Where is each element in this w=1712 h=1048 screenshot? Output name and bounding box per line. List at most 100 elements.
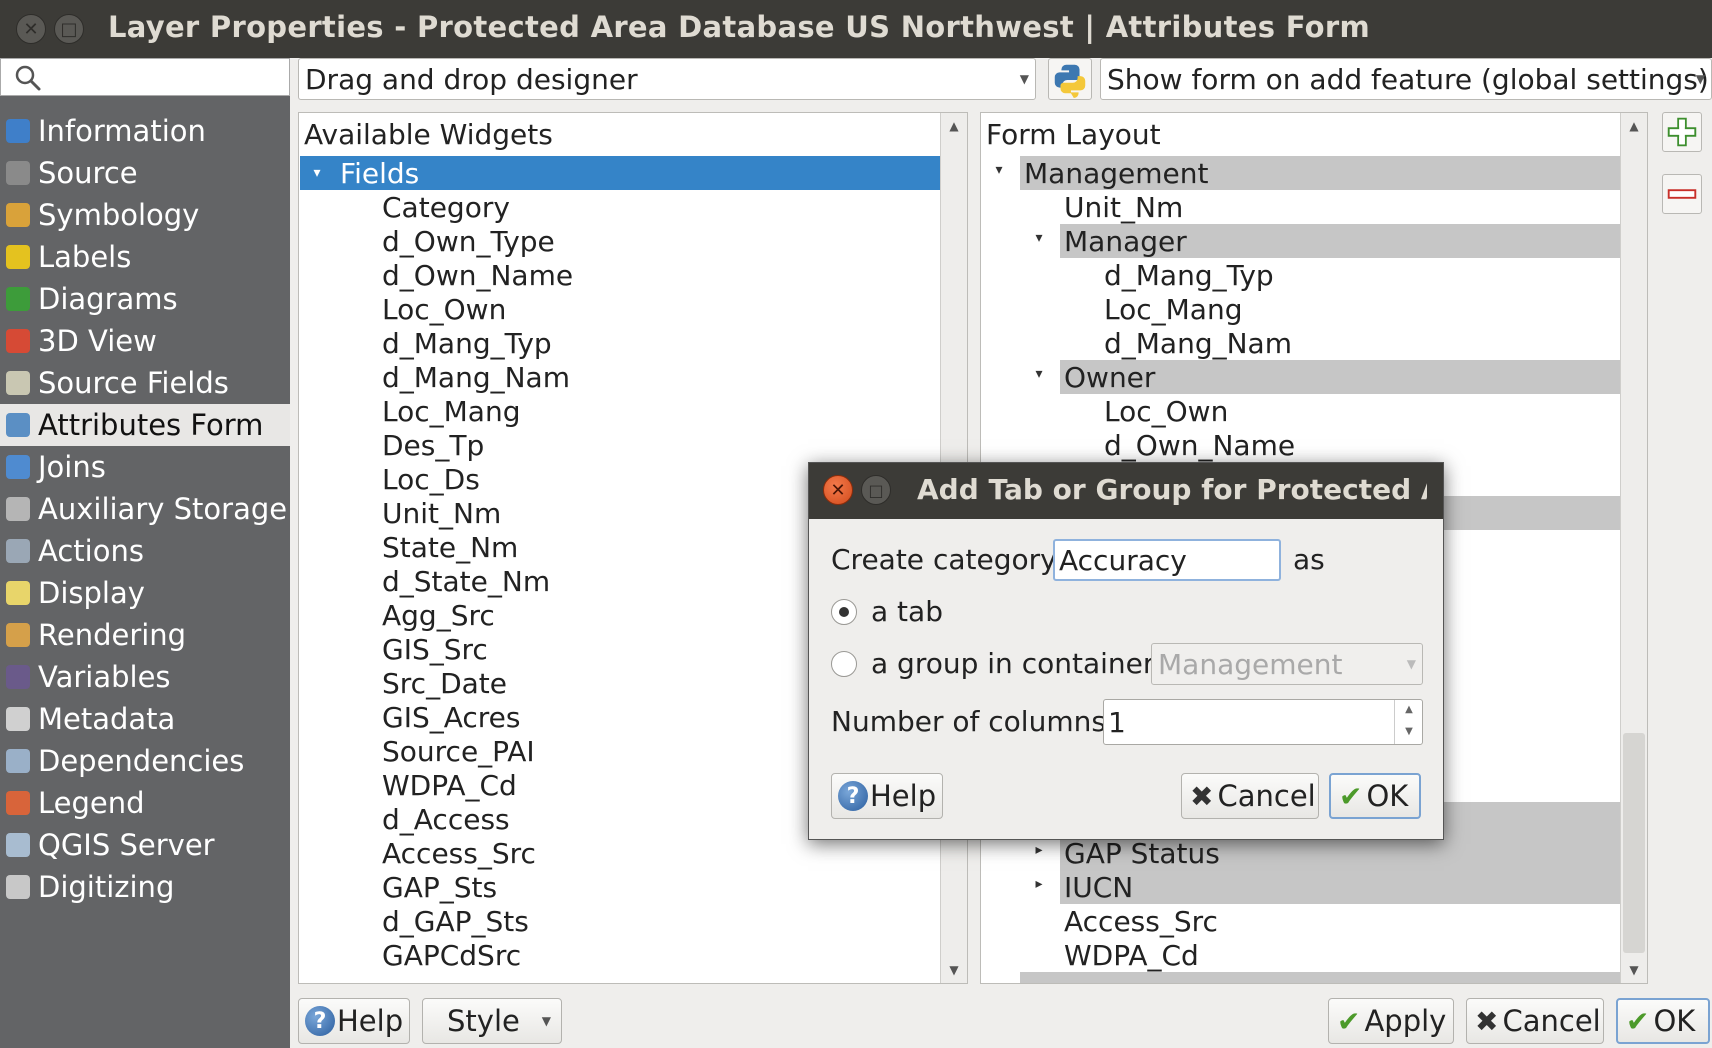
dialog-maximize-button[interactable]: □ [861, 475, 891, 505]
form-layout-field[interactable]: d_Own_Name [1104, 428, 1295, 462]
form-layout-field[interactable]: d_Mang_Typ [1104, 258, 1274, 292]
auxiliary-storage-icon [6, 497, 30, 521]
field-item[interactable]: GAP_Sts [382, 870, 497, 904]
form-layout-field[interactable]: Unit_Nm [1064, 190, 1183, 224]
sidebar-item-qgis-server[interactable]: QGIS Server [0, 824, 290, 866]
form-layout-field[interactable]: Loc_Mang [1104, 292, 1242, 326]
scroll-down-icon[interactable]: ▼ [941, 963, 967, 977]
scroll-down-icon[interactable]: ▼ [1621, 963, 1647, 977]
expand-triangle-icon[interactable]: ▸ [1026, 842, 1052, 858]
sidebar-item-digitizing[interactable]: Digitizing [0, 866, 290, 908]
sidebar-item-metadata[interactable]: Metadata [0, 698, 290, 740]
designer-mode-dropdown[interactable]: Drag and drop designer ▼ [298, 58, 1036, 100]
field-item[interactable]: d_State_Nm [382, 564, 550, 598]
form-layout-field[interactable]: Loc_Own [1104, 394, 1228, 428]
help-button[interactable]: ? Help [298, 998, 410, 1044]
field-item[interactable]: Loc_Mang [382, 394, 520, 428]
radio-tab[interactable] [831, 599, 857, 625]
category-name-input[interactable]: Accuracy [1053, 539, 1281, 581]
dialog-close-button[interactable]: ✕ [823, 475, 853, 505]
field-item[interactable]: Source_PAI [382, 734, 535, 768]
sidebar-item-symbology[interactable]: Symbology [0, 194, 290, 236]
sidebar-item-source-fields[interactable]: Source Fields [0, 362, 290, 404]
python-init-button[interactable] [1048, 58, 1092, 100]
form-layout-group-label: Owner [1064, 360, 1156, 394]
window-maximize-button[interactable]: □ [54, 14, 84, 44]
field-item[interactable]: Access_Src [382, 836, 536, 870]
cancel-button[interactable]: ✖ Cancel [1466, 998, 1604, 1044]
designer-mode-value: Drag and drop designer [305, 62, 638, 96]
scroll-up-icon[interactable]: ▲ [1621, 119, 1647, 133]
container-dropdown[interactable]: Management ▼ [1151, 643, 1423, 685]
radio-group[interactable] [831, 651, 857, 677]
sidebar-item-dependencies[interactable]: Dependencies [0, 740, 290, 782]
form-layout-group-row[interactable] [1020, 972, 1620, 983]
sidebar-item-variables[interactable]: Variables [0, 656, 290, 698]
field-item[interactable]: d_Access [382, 802, 510, 836]
sidebar-item-legend[interactable]: Legend [0, 782, 290, 824]
actions-icon [6, 539, 30, 563]
sidebar-item-source[interactable]: Source [0, 152, 290, 194]
field-item[interactable]: Agg_Src [382, 598, 495, 632]
field-item[interactable]: Category [382, 190, 510, 224]
close-icon: ✖ [1190, 779, 1214, 813]
field-item[interactable]: d_Own_Type [382, 224, 555, 258]
joins-icon [6, 455, 30, 479]
field-item[interactable]: Src_Date [382, 666, 507, 700]
field-item[interactable]: d_GAP_Sts [382, 904, 529, 938]
sidebar-item-rendering[interactable]: Rendering [0, 614, 290, 656]
suppress-form-dropdown[interactable]: Show form on add feature (global setting… [1100, 58, 1712, 100]
expand-triangle-icon[interactable]: ▸ [1026, 876, 1052, 892]
scroll-up-icon[interactable]: ▲ [941, 119, 967, 133]
sidebar-item-attributes-form[interactable]: Attributes Form [0, 404, 290, 446]
form-layout-group-row[interactable] [1060, 870, 1620, 904]
dialog-ok-button[interactable]: ✔ OK [1329, 773, 1421, 819]
style-dropdown-button[interactable]: Style ▼ [422, 998, 562, 1044]
sidebar-item-joins[interactable]: Joins [0, 446, 290, 488]
ok-button[interactable]: ✔ OK [1616, 998, 1710, 1044]
sidebar-item-information[interactable]: Information [0, 110, 290, 152]
spin-down-icon[interactable]: ▼ [1395, 726, 1423, 737]
field-item[interactable]: GIS_Acres [382, 700, 521, 734]
field-item[interactable]: Loc_Ds [382, 462, 480, 496]
dialog-cancel-button[interactable]: ✖ Cancel [1181, 773, 1319, 819]
sidebar-item-labels[interactable]: Labels [0, 236, 290, 278]
field-item[interactable]: State_Nm [382, 530, 518, 564]
sidebar-item-auxiliary-storage[interactable]: Auxiliary Storage [0, 488, 290, 530]
dialog-ok-label: OK [1366, 779, 1409, 813]
dialog-help-button[interactable]: ? Help [831, 773, 943, 819]
field-item[interactable]: GIS_Src [382, 632, 488, 666]
sidebar-item-3d-view[interactable]: 3D View [0, 320, 290, 362]
collapse-triangle-icon[interactable]: ▾ [986, 162, 1012, 178]
form-layout-field[interactable]: WDPA_Cd [1064, 938, 1199, 972]
field-item[interactable]: Des_Tp [382, 428, 484, 462]
form-layout-tree: ▾ Management Unit_Nm ▾ Manager d_Mang_Typ Loc_… [982, 156, 1620, 496]
window-close-button[interactable]: ✕ [16, 14, 46, 44]
field-item[interactable]: WDPA_Cd [382, 768, 517, 802]
apply-button[interactable]: ✔ Apply [1328, 998, 1454, 1044]
field-item[interactable]: d_Mang_Nam [382, 360, 570, 394]
field-item[interactable]: Unit_Nm [382, 496, 501, 530]
spinbox-arrows[interactable]: ▲ ▼ [1394, 700, 1422, 744]
sidebar-item-diagrams[interactable]: Diagrams [0, 278, 290, 320]
form-layout-field[interactable]: Access_Src [1064, 904, 1218, 938]
collapse-triangle-icon[interactable]: ▾ [1026, 230, 1052, 246]
remove-item-button[interactable] [1662, 174, 1702, 214]
field-item[interactable]: Loc_Own [382, 292, 506, 326]
form-layout-scrollbar[interactable]: ▲ ▼ [1620, 113, 1647, 983]
columns-spinbox[interactable]: 1 ▲ ▼ [1103, 699, 1423, 745]
form-layout-field[interactable]: d_Mang_Nam [1104, 326, 1292, 360]
widget-group-fields[interactable]: ▾ Fields [300, 156, 940, 190]
add-tab-or-group-button[interactable] [1662, 112, 1702, 152]
sidebar-item-actions[interactable]: Actions [0, 530, 290, 572]
collapse-triangle-icon[interactable]: ▾ [1026, 366, 1052, 382]
scroll-thumb[interactable] [1623, 733, 1645, 953]
field-item[interactable]: d_Own_Name [382, 258, 573, 292]
expand-triangle-icon[interactable]: ▾ [304, 165, 330, 181]
attributes-form-icon [6, 413, 30, 437]
field-item[interactable]: d_Mang_Typ [382, 326, 552, 360]
sidebar-search-input[interactable] [0, 58, 290, 96]
field-item[interactable]: GAPCdSrc [382, 938, 521, 972]
spin-up-icon[interactable]: ▲ [1395, 704, 1423, 715]
sidebar-item-display[interactable]: Display [0, 572, 290, 614]
